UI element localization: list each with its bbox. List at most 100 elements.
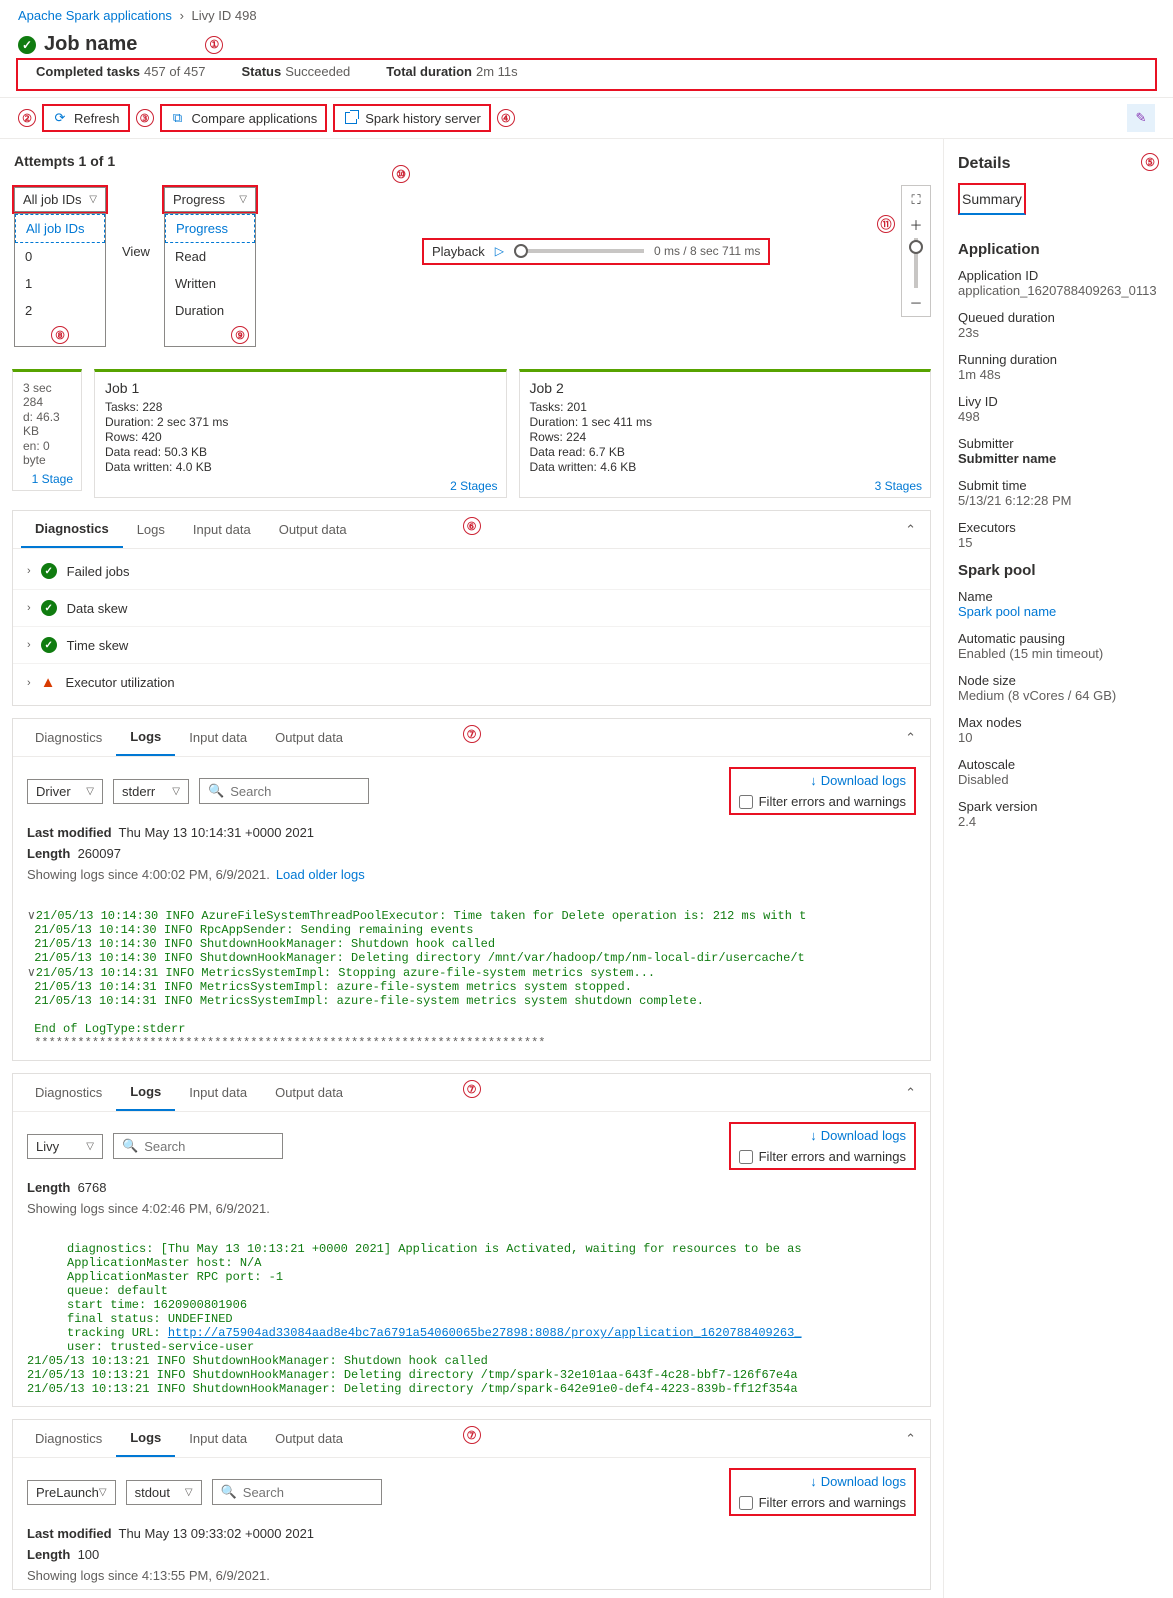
callout-10: ⑩ bbox=[392, 165, 410, 183]
spark-history-button[interactable]: Spark history server bbox=[333, 104, 491, 132]
tab-input-data[interactable]: Input data bbox=[175, 720, 261, 755]
search-icon: 🔍 bbox=[122, 1138, 138, 1154]
job-card[interactable]: Job 2 Tasks: 201 Duration: 1 sec 411 ms … bbox=[519, 369, 932, 498]
stage-link[interactable]: 2 Stages bbox=[450, 479, 497, 493]
details-tab-summary[interactable]: Summary bbox=[958, 183, 1026, 215]
log-stream-dropdown[interactable]: stderr▽ bbox=[113, 779, 189, 804]
attempts-label: Attempts 1 of 1 bbox=[12, 149, 931, 173]
view-option[interactable]: Read bbox=[165, 243, 255, 270]
callout-7: ⑦ bbox=[463, 1080, 481, 1098]
filter-errors-checkbox[interactable]: Filter errors and warnings bbox=[739, 794, 906, 809]
callout-7: ⑦ bbox=[463, 725, 481, 743]
log-search-input[interactable] bbox=[243, 1485, 363, 1500]
view-option[interactable]: Duration bbox=[165, 297, 255, 324]
tab-output-data[interactable]: Output data bbox=[261, 720, 357, 755]
download-logs-button[interactable]: ↓ Download logs bbox=[810, 773, 906, 788]
tab-logs[interactable]: Logs bbox=[116, 719, 175, 756]
tab-diagnostics[interactable]: Diagnostics bbox=[21, 511, 123, 548]
view-option[interactable]: Progress bbox=[165, 214, 255, 243]
detail-item: Node sizeMedium (8 vCores / 64 GB) bbox=[958, 673, 1159, 703]
tab-output-data[interactable]: Output data bbox=[265, 512, 361, 547]
jobids-option[interactable]: 1 bbox=[15, 270, 105, 297]
log-source-dropdown[interactable]: PreLaunch▽ bbox=[27, 1480, 116, 1505]
detail-item: Max nodes10 bbox=[958, 715, 1159, 745]
tab-input-data[interactable]: Input data bbox=[175, 1075, 261, 1110]
callout-4: ④ bbox=[497, 109, 515, 127]
tab-output-data[interactable]: Output data bbox=[261, 1421, 357, 1456]
collapse-button[interactable]: ⌃ bbox=[899, 1079, 922, 1107]
zoom-fit-button[interactable]: ⛶ bbox=[906, 190, 926, 210]
download-icon: ↓ bbox=[810, 1474, 817, 1489]
zoom-in-button[interactable]: ＋ bbox=[906, 214, 926, 234]
summary-bar: Completed tasks457 of 457 StatusSucceede… bbox=[18, 60, 1155, 89]
log-stream-dropdown[interactable]: stdout▽ bbox=[126, 1480, 202, 1505]
tab-logs[interactable]: Logs bbox=[116, 1420, 175, 1457]
log-search[interactable]: 🔍 bbox=[199, 778, 369, 804]
zoom-slider[interactable] bbox=[914, 238, 918, 288]
view-dropdown[interactable]: Progress▽ bbox=[164, 187, 256, 212]
ok-icon: ✓ bbox=[41, 600, 57, 616]
diag-row-time-skew[interactable]: › ✓ Time skew bbox=[13, 626, 930, 663]
zoom-control: ⛶ ＋ － bbox=[901, 185, 931, 317]
play-icon[interactable]: ▷ bbox=[495, 244, 504, 258]
diag-row-data-skew[interactable]: › ✓ Data skew bbox=[13, 589, 930, 626]
jobids-option[interactable]: 0 bbox=[15, 243, 105, 270]
chevron-down-icon: ▽ bbox=[172, 786, 180, 797]
edit-button[interactable]: ✎ bbox=[1127, 104, 1155, 132]
diag-row-executor-util[interactable]: › ▲ Executor utilization bbox=[13, 663, 930, 701]
job-card[interactable]: Job 1 Tasks: 228 Duration: 2 sec 371 ms … bbox=[94, 369, 507, 498]
playback-label: Playback bbox=[432, 244, 485, 259]
log-search-input[interactable] bbox=[230, 784, 350, 799]
tab-diagnostics[interactable]: Diagnostics bbox=[21, 1421, 116, 1456]
log-search[interactable]: 🔍 bbox=[212, 1479, 382, 1505]
log-source-dropdown[interactable]: Driver▽ bbox=[27, 779, 103, 804]
jobids-dropdown[interactable]: All job IDs▽ bbox=[14, 187, 106, 212]
filter-errors-checkbox[interactable]: Filter errors and warnings bbox=[739, 1149, 906, 1164]
spark-pool-link[interactable]: Spark pool name bbox=[958, 604, 1056, 619]
compare-button[interactable]: ⧉ Compare applications bbox=[160, 104, 328, 132]
details-pane: Details ⑤ Summary Application Applicatio… bbox=[943, 139, 1173, 1598]
details-header: Details bbox=[958, 155, 1159, 173]
warning-icon: ▲ bbox=[41, 674, 56, 691]
view-option[interactable]: Written bbox=[165, 270, 255, 297]
collapse-button[interactable]: ⌃ bbox=[899, 724, 922, 752]
breadcrumb-current: Livy ID 498 bbox=[192, 8, 257, 23]
callout-6: ⑥ bbox=[463, 517, 481, 535]
open-external-icon bbox=[343, 110, 359, 126]
tab-logs[interactable]: Logs bbox=[116, 1074, 175, 1111]
log-output: diagnostics: [Thu May 13 10:13:21 +0000 … bbox=[13, 1222, 930, 1406]
tab-input-data[interactable]: Input data bbox=[179, 512, 265, 547]
jobids-dropdown-list: All job IDs 0 1 2 ⑧ bbox=[14, 213, 106, 347]
detail-item: SubmitterSubmitter name bbox=[958, 436, 1159, 466]
collapse-button[interactable]: ⌃ bbox=[899, 516, 922, 544]
playback-slider[interactable] bbox=[514, 249, 644, 253]
stage-link[interactable]: 3 Stages bbox=[875, 479, 922, 493]
download-logs-button[interactable]: ↓ Download logs bbox=[810, 1474, 906, 1489]
tab-diagnostics[interactable]: Diagnostics bbox=[21, 1075, 116, 1110]
download-logs-button[interactable]: ↓ Download logs bbox=[810, 1128, 906, 1143]
callout-7: ⑦ bbox=[463, 1426, 481, 1444]
log-search-input[interactable] bbox=[144, 1139, 264, 1154]
load-older-logs-link[interactable]: Load older logs bbox=[276, 867, 365, 882]
job-card[interactable]: 3 sec 284 d: 46.3 KB en: 0 byte 1 Stage bbox=[12, 369, 82, 491]
stage-link[interactable]: 1 Stage bbox=[32, 472, 73, 486]
tab-logs[interactable]: Logs bbox=[123, 512, 179, 547]
tab-diagnostics[interactable]: Diagnostics bbox=[21, 720, 116, 755]
refresh-button[interactable]: ⟳ Refresh bbox=[42, 104, 130, 132]
tab-input-data[interactable]: Input data bbox=[175, 1421, 261, 1456]
tab-output-data[interactable]: Output data bbox=[261, 1075, 357, 1110]
filter-errors-checkbox[interactable]: Filter errors and warnings bbox=[739, 1495, 906, 1510]
chevron-down-icon: ▽ bbox=[86, 1141, 94, 1152]
jobids-option[interactable]: All job IDs bbox=[15, 214, 105, 243]
diag-row-failed-jobs[interactable]: › ✓ Failed jobs bbox=[13, 553, 930, 589]
chevron-down-icon: ▽ bbox=[239, 194, 247, 205]
view-dropdown-list: Progress Read Written Duration ⑨ bbox=[164, 213, 256, 347]
jobids-option[interactable]: 2 bbox=[15, 297, 105, 324]
search-icon: 🔍 bbox=[221, 1484, 237, 1500]
breadcrumb-root[interactable]: Apache Spark applications bbox=[18, 8, 172, 23]
log-search[interactable]: 🔍 bbox=[113, 1133, 283, 1159]
callout-8: ⑧ bbox=[51, 326, 69, 344]
collapse-button[interactable]: ⌃ bbox=[899, 1425, 922, 1453]
zoom-out-button[interactable]: － bbox=[906, 292, 926, 312]
log-source-dropdown[interactable]: Livy▽ bbox=[27, 1134, 103, 1159]
